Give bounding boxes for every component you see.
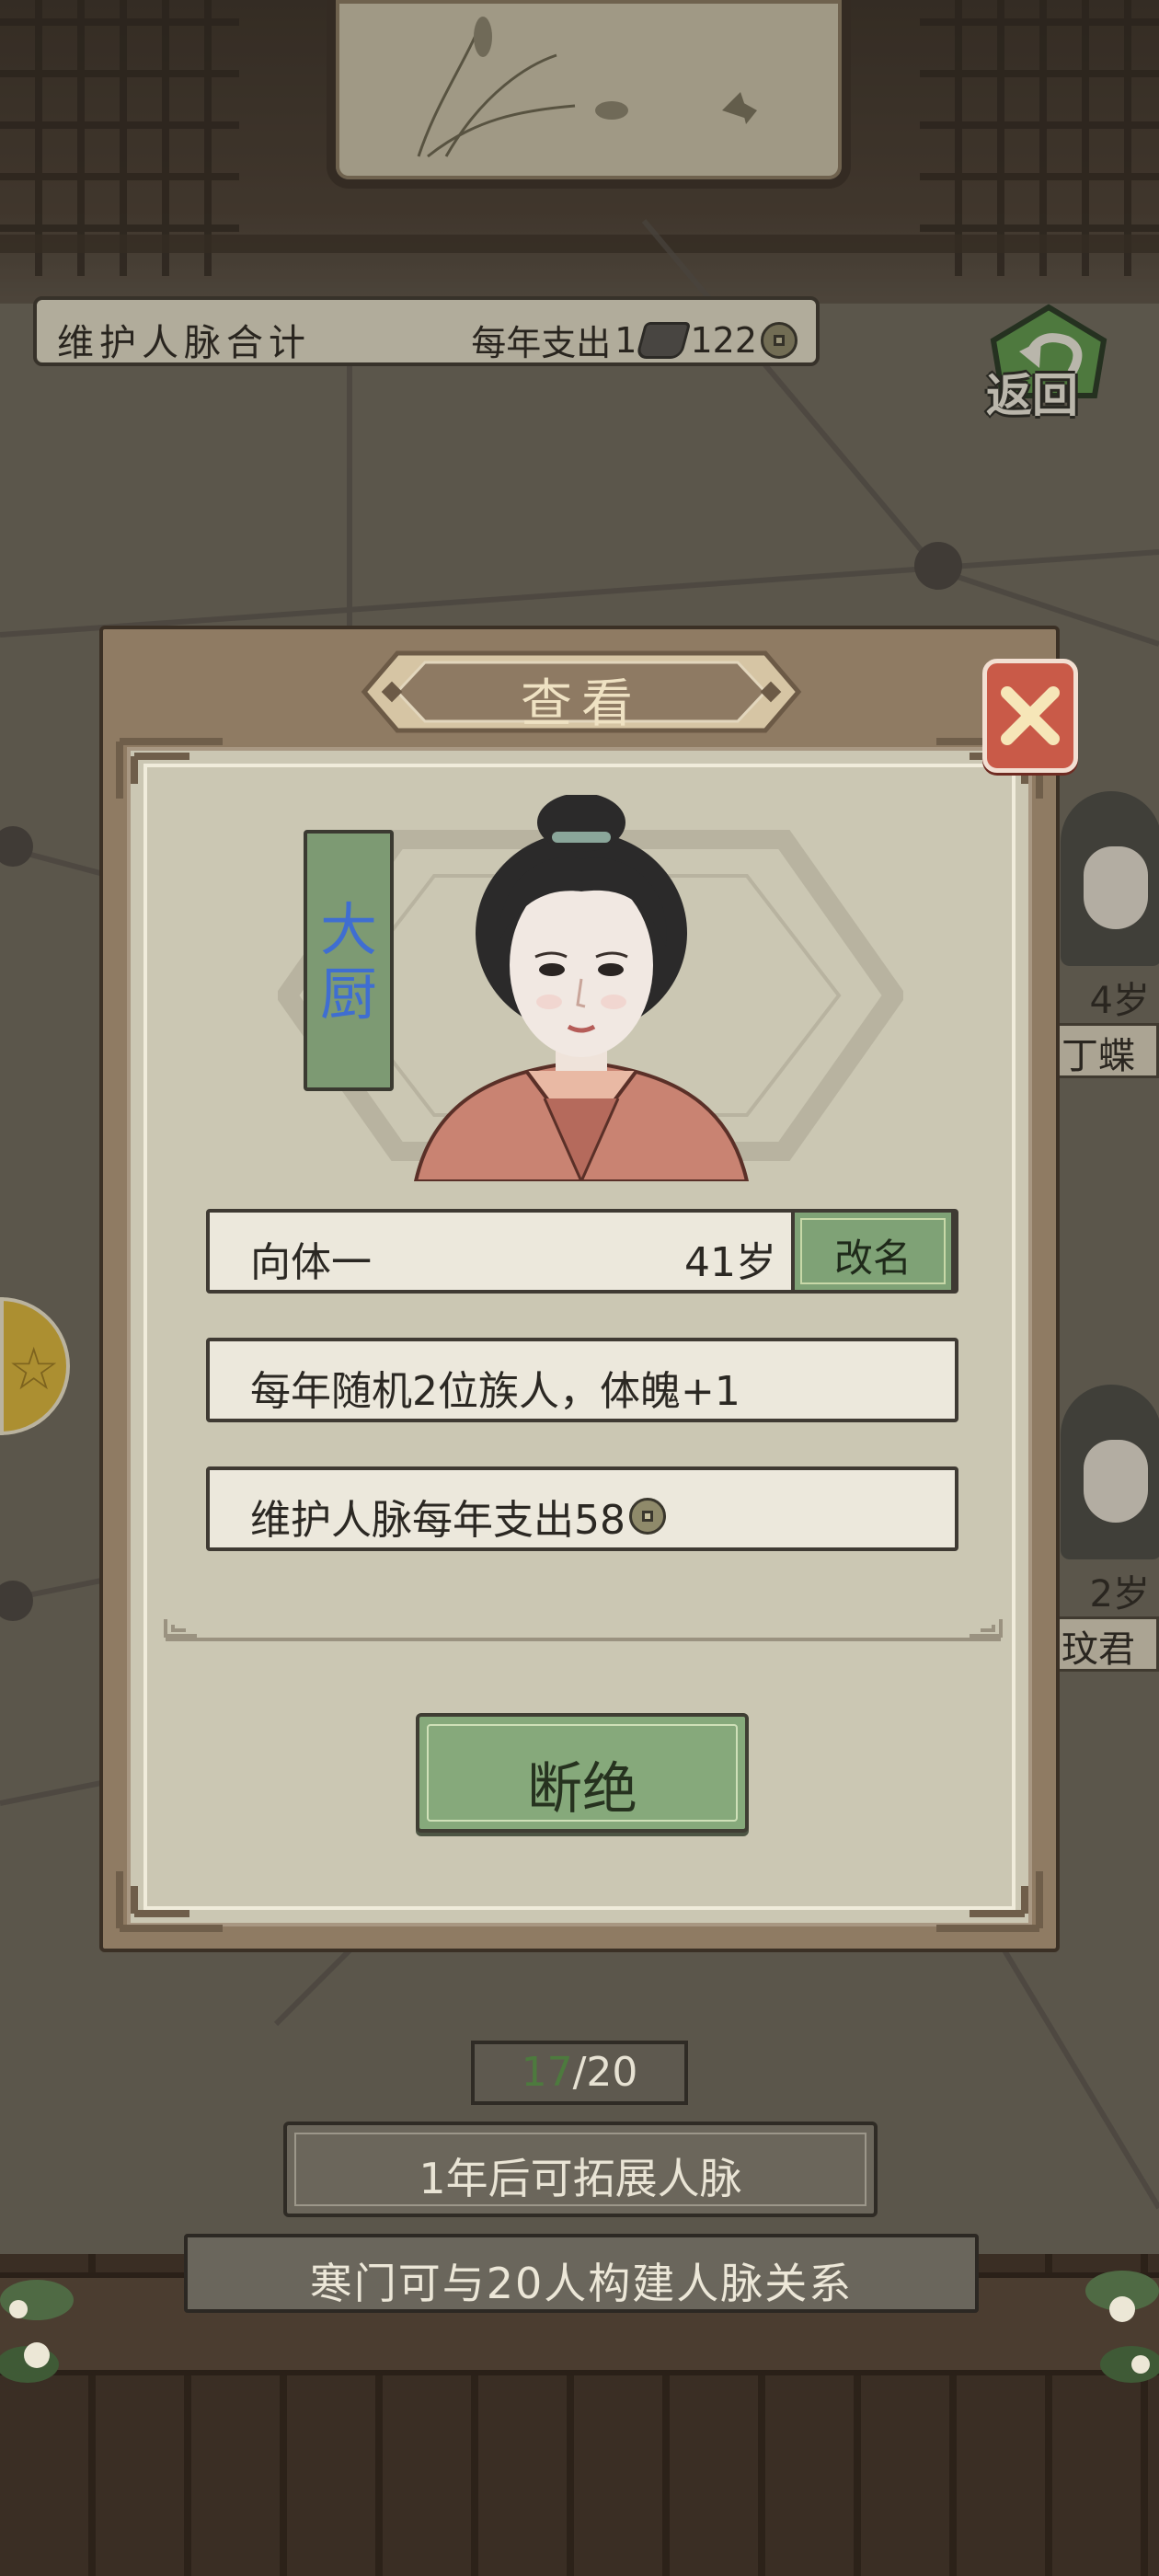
capacity-info: 寒门可与20人构建人脉关系	[184, 2234, 979, 2313]
close-icon	[1001, 686, 1060, 745]
sever-button[interactable]: 断绝	[416, 1713, 749, 1833]
count-current: 17	[521, 2049, 573, 2096]
count-separator: /	[572, 2049, 587, 2096]
copper-coin-icon	[629, 1498, 666, 1535]
expand-network-button[interactable]: 1年后可拓展人脉	[283, 2122, 878, 2217]
capacity-text: 寒门可与20人构建人脉关系	[309, 2259, 854, 2308]
rename-label: 改名	[833, 1236, 912, 1281]
view-contact-modal: 查看 大厨 向体一 41岁 改名 每年随机2位族人，体魄+1 维护人脉每年支出5…	[99, 626, 1060, 1952]
plant-left-icon	[0, 2280, 74, 2383]
person-name: 向体一	[250, 1239, 372, 1286]
job-tag-text: 大厨	[320, 896, 378, 1028]
effect-text: 每年随机2位族人，体魄+1	[250, 1368, 740, 1415]
corner-ornament-icon	[116, 1871, 223, 1932]
plant-right-icon	[1085, 2271, 1159, 2383]
close-button[interactable]	[982, 659, 1078, 773]
rename-button[interactable]: 改名	[791, 1209, 955, 1294]
sever-label: 断绝	[527, 1757, 637, 1822]
ornamental-divider	[164, 1619, 1003, 1641]
network-count: 17/20	[471, 2041, 688, 2105]
expand-text: 1年后可拓展人脉	[419, 2154, 742, 2203]
upkeep-row: 维护人脉每年支出58	[206, 1466, 958, 1551]
character-portrait	[413, 795, 750, 1181]
upkeep-text: 维护人脉每年支出58	[250, 1497, 625, 1544]
person-age: 41岁	[684, 1239, 776, 1286]
modal-title-plate: 查看	[361, 648, 802, 736]
upkeep-text-wrap: 维护人脉每年支出58	[250, 1487, 666, 1546]
modal-title: 查看	[521, 674, 642, 734]
name-age-row: 向体一 41岁 改名	[206, 1209, 958, 1294]
corner-ornament-icon	[116, 738, 223, 799]
effect-row: 每年随机2位族人，体魄+1	[206, 1338, 958, 1422]
corner-ornament-icon	[936, 1871, 1043, 1932]
count-max: 20	[586, 2049, 638, 2096]
job-tag: 大厨	[304, 830, 394, 1091]
